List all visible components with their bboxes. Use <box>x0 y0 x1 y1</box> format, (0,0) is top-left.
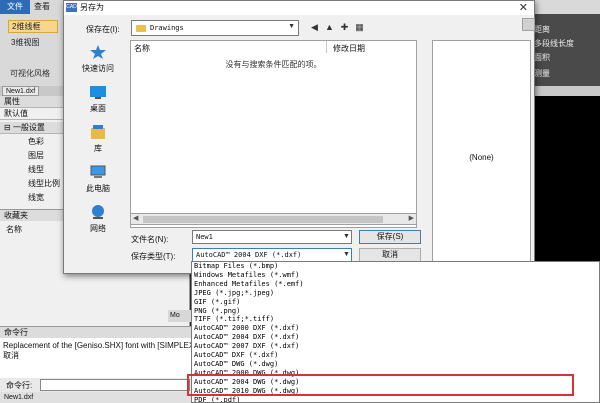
file-type-option[interactable]: AutoCAD™ 2004 DXF (*.dxf) <box>192 333 599 342</box>
file-type-option[interactable]: Enhanced Metafiles (*.emf) <box>192 280 599 289</box>
up-folder-icon[interactable]: ▲ <box>323 21 336 34</box>
place-label: 此电脑 <box>86 184 110 193</box>
scroll-left-icon[interactable]: ◀ <box>133 214 138 224</box>
cancel-button[interactable]: 取消 <box>359 248 421 262</box>
save-as-dialog: CAD 另存为 ✕ 保存在(I): Drawings ▼ ◀ ▲ ✚ ▦ 快速访… <box>63 0 535 274</box>
library-icon <box>89 124 107 140</box>
folder-icon <box>136 25 146 32</box>
menu-view[interactable]: 查看 <box>34 0 50 14</box>
file-type-option[interactable]: AutoCAD™ 2010 DWG (*.dwg) <box>192 387 599 396</box>
view-3d-button[interactable]: 3维视图 <box>8 36 58 49</box>
file-type-option[interactable]: AutoCAD™ 2000 DXF (*.dxf) <box>192 324 599 333</box>
file-type-option[interactable]: AutoCAD™ 2007 DXF (*.dxf) <box>192 342 599 351</box>
desktop-icon <box>89 84 107 100</box>
measure-label: 测量 <box>534 69 550 78</box>
back-icon[interactable]: ◀ <box>308 21 321 34</box>
model-tab[interactable]: Mo <box>168 310 192 322</box>
file-type-option[interactable]: JPEG (*.jpg;*.jpeg) <box>192 289 599 298</box>
column-header-name[interactable]: 名称 <box>134 43 150 54</box>
file-type-select[interactable]: AutoCAD™ 2004 DXF (*.dxf) <box>192 248 352 262</box>
file-type-dropdown[interactable]: Bitmap Files (*.bmp) Windows Metafiles (*… <box>191 261 600 403</box>
place-label: 库 <box>94 144 102 153</box>
save-in-value: Drawings <box>150 24 184 32</box>
scroll-right-icon[interactable]: ▶ <box>409 214 414 224</box>
star-icon <box>89 44 107 60</box>
file-type-option[interactable]: PNG (*.png) <box>192 307 599 316</box>
file-type-option[interactable]: GIF (*.gif) <box>192 298 599 307</box>
file-type-option[interactable]: Bitmap Files (*.bmp) <box>192 262 599 271</box>
column-header-date[interactable]: 修改日期 <box>333 43 365 54</box>
file-name-label: 文件名(N): <box>131 235 169 244</box>
file-type-option[interactable]: TIFF (*.tif;*.tiff) <box>192 315 599 324</box>
command-input[interactable] <box>40 379 190 391</box>
place-label: 桌面 <box>90 104 106 113</box>
prop-label: 色彩 <box>28 137 44 146</box>
place-this-pc[interactable]: 此电脑 <box>68 164 128 194</box>
column-divider[interactable] <box>326 41 327 53</box>
preview-text: (None) <box>469 153 494 162</box>
status-filename: New1.dxf <box>4 394 34 401</box>
save-in-combo[interactable]: Drawings ▼ <box>131 20 299 36</box>
area-button[interactable]: 面积 <box>534 52 550 63</box>
horizontal-scrollbar[interactable]: ◀ ▶ <box>130 213 417 225</box>
chevron-down-icon[interactable]: ▼ <box>288 23 295 30</box>
menu-file[interactable]: 文件 <box>0 0 30 14</box>
collapse-icon[interactable]: ⊟ <box>4 123 11 132</box>
visual-styles-label: 可视化风格 <box>10 69 50 78</box>
favorites-name-column: 名称 <box>6 225 22 234</box>
file-type-option[interactable]: Windows Metafiles (*.wmf) <box>192 271 599 280</box>
file-name-input[interactable]: New1 <box>192 230 352 244</box>
file-type-option[interactable]: AutoCAD™ 2004 DWG (*.dwg) <box>192 378 599 387</box>
chevron-down-icon[interactable]: ▼ <box>343 233 350 240</box>
file-type-option[interactable]: AutoCAD™ 2000 DWG (*.dwg) <box>192 369 599 378</box>
file-type-label: 保存类型(T): <box>131 252 176 261</box>
place-label: 快速访问 <box>82 64 114 73</box>
place-library[interactable]: 库 <box>68 124 128 154</box>
save-button[interactable]: 保存(S) <box>359 230 421 244</box>
prop-label: 线型比例 <box>28 179 60 188</box>
empty-message: 没有与搜索条件匹配的项。 <box>225 60 322 69</box>
thumbnail-toggle-icon[interactable] <box>522 18 535 31</box>
file-type-option[interactable]: AutoCAD™ DWG (*.dwg) <box>192 360 599 369</box>
command-label: 命令行: <box>6 381 33 390</box>
places-bar: 快速访问 桌面 库 此电脑 网络 <box>68 40 128 240</box>
polyline-length-button[interactable]: 多段线长度 <box>534 38 574 49</box>
general-group-label: 一般设置 <box>12 123 45 132</box>
distance-button[interactable]: 距离 <box>534 24 550 35</box>
cad-app-icon: CAD <box>66 3 77 12</box>
place-quick-access[interactable]: 快速访问 <box>68 44 128 74</box>
view-menu-icon[interactable]: ▦ <box>353 21 366 34</box>
wireframe-2d-button[interactable]: 2维线框 <box>8 20 58 33</box>
chevron-down-icon[interactable]: ▼ <box>343 251 350 258</box>
measure-group: 距离 多段线长度 面积 测量 <box>530 14 600 86</box>
place-label: 网络 <box>90 224 106 233</box>
new-folder-icon[interactable]: ✚ <box>338 21 351 34</box>
save-in-label: 保存在(I): <box>86 25 120 34</box>
file-type-option[interactable]: AutoCAD™ DXF (*.dxf) <box>192 351 599 360</box>
file-type-option[interactable]: PDF (*.pdf) <box>192 396 599 403</box>
place-desktop[interactable]: 桌面 <box>68 84 128 114</box>
file-list[interactable]: 名称 修改日期 没有与搜索条件匹配的项。 <box>130 40 417 228</box>
doc-tab-new1[interactable]: New1.dxf <box>2 86 40 96</box>
prop-label: 图层 <box>28 151 44 160</box>
dialog-title: 另存为 <box>80 3 104 12</box>
network-icon <box>89 204 107 220</box>
computer-icon <box>89 164 107 180</box>
prop-label: 线型 <box>28 165 44 174</box>
close-icon[interactable]: ✕ <box>519 1 528 15</box>
preview-pane: (None) <box>432 40 531 273</box>
place-network[interactable]: 网络 <box>68 204 128 234</box>
dialog-titlebar[interactable]: CAD 另存为 ✕ <box>64 1 534 15</box>
scroll-thumb[interactable] <box>143 216 383 223</box>
prop-label: 线宽 <box>28 193 44 202</box>
